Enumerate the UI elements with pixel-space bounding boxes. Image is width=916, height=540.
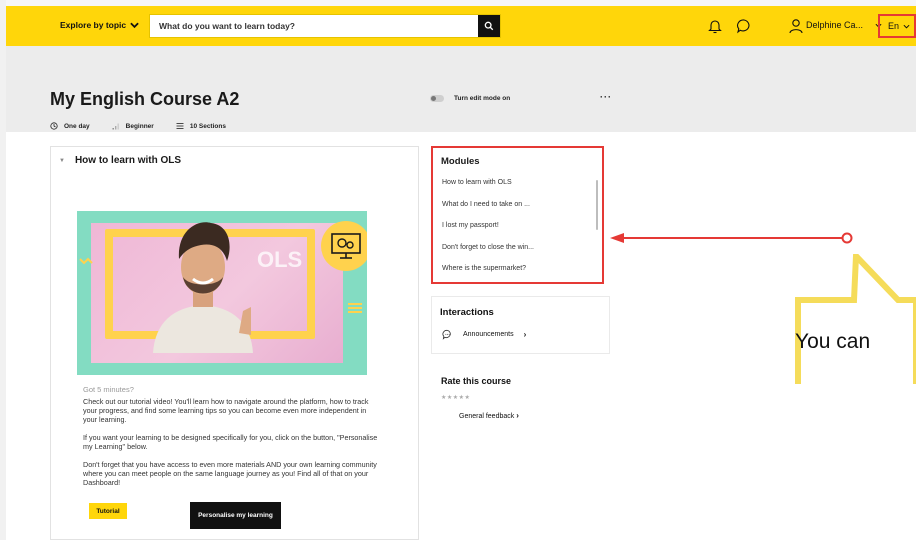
modules-scrollbar[interactable]	[596, 180, 598, 230]
annotation-arrow	[610, 232, 853, 244]
course-header: My English Course A2 One day Beginner 10…	[6, 46, 916, 132]
course-meta: One day Beginner 10 Sections	[50, 122, 226, 130]
thumbnail-ols-text: OLS	[257, 247, 303, 272]
gear-monitor-badge	[321, 221, 367, 271]
module-item[interactable]: Where is the supermarket?	[442, 258, 592, 280]
level-text: Beginner	[125, 122, 154, 130]
search-button[interactable]	[478, 15, 500, 37]
explore-by-topic-menu[interactable]: Explore by topic	[60, 20, 139, 30]
search-input[interactable]	[150, 15, 470, 37]
modules-list: How to learn with OLS What do I need to …	[442, 172, 592, 280]
edit-mode-label: Turn edit mode on	[454, 95, 511, 102]
smiling-man-image	[153, 222, 253, 353]
module-item[interactable]: How to learn with OLS	[442, 172, 592, 194]
module-item[interactable]: Don't forget to close the win...	[442, 237, 592, 259]
tutorial-video-thumbnail[interactable]: OLS	[77, 211, 367, 375]
star-rating[interactable]: ★★★★★	[441, 394, 470, 401]
tutorial-button[interactable]: Tutorial	[89, 503, 127, 519]
dashboard-paragraph: Don't forget that you have access to eve…	[83, 460, 377, 488]
toggle-switch[interactable]	[430, 95, 444, 102]
interactions-panel: Interactions Announcements ›	[431, 296, 610, 354]
search-icon	[484, 21, 494, 31]
duration-meta: One day	[50, 122, 90, 130]
page-title: My English Course A2	[50, 89, 240, 109]
top-navigation-bar: Explore by topic Delphine Ca... En	[6, 0, 916, 46]
chevron-right-icon: ›	[523, 330, 527, 339]
collapse-triangle-icon[interactable]: ▼	[59, 158, 65, 164]
zigzag-decoration	[79, 257, 93, 265]
feedback-label: General feedback	[459, 413, 515, 420]
announcements-label: Announcements	[463, 331, 514, 338]
sections-meta: 10 Sections	[176, 122, 226, 130]
section-title: How to learn with OLS	[74, 155, 182, 166]
section-card: ▼ How to learn with OLS OLS Got 5 minute…	[50, 146, 419, 540]
general-feedback-link[interactable]: General feedback ›	[459, 411, 519, 420]
modules-panel: Modules How to learn with OLS What do I …	[431, 146, 604, 284]
annotation-callout-text: You can	[795, 330, 871, 353]
list-icon	[176, 123, 184, 129]
intro-paragraph: Check out our tutorial video! You'll lea…	[83, 397, 369, 425]
search-box	[149, 14, 501, 38]
section-header[interactable]: ▼ How to learn with OLS	[59, 155, 181, 166]
user-profile-icon[interactable]	[789, 18, 803, 34]
signal-bars-icon	[112, 123, 119, 130]
chevron-right-icon: ›	[516, 411, 519, 420]
chevron-down-icon	[903, 24, 910, 29]
explore-label: Explore by topic	[60, 20, 127, 30]
clock-icon	[50, 122, 58, 130]
interactions-title: Interactions	[440, 307, 494, 318]
personalise-paragraph: If you want your learning to be designed…	[83, 433, 378, 452]
duration-text: One day	[64, 122, 90, 130]
messages-icon[interactable]	[736, 18, 752, 34]
personalise-my-learning-button[interactable]: Personalise my learning	[190, 502, 281, 529]
language-label: En	[888, 21, 900, 31]
user-name[interactable]: Delphine Ca...	[806, 20, 863, 30]
sections-text: 10 Sections	[189, 122, 226, 130]
module-item[interactable]: What do I need to take on ...	[442, 194, 592, 216]
level-meta: Beginner	[112, 122, 154, 130]
chat-bubble-icon	[442, 329, 451, 340]
annotation-callout-bubble	[795, 254, 916, 384]
more-options-button[interactable]: ···	[600, 92, 612, 102]
edit-mode-toggle[interactable]: Turn edit mode on	[430, 95, 510, 102]
got-5-minutes-heading: Got 5 minutes?	[83, 385, 134, 394]
announcements-link[interactable]: Announcements ›	[442, 329, 526, 340]
language-selector[interactable]: En	[878, 14, 916, 38]
module-item[interactable]: I lost my passport!	[442, 215, 592, 237]
stripe-decoration	[348, 303, 362, 313]
chevron-down-icon	[130, 22, 139, 28]
rate-course-title: Rate this course	[441, 376, 512, 386]
notification-bell-icon[interactable]	[708, 18, 722, 34]
modules-title: Modules	[441, 156, 480, 167]
gear-monitor-icon	[331, 233, 361, 259]
